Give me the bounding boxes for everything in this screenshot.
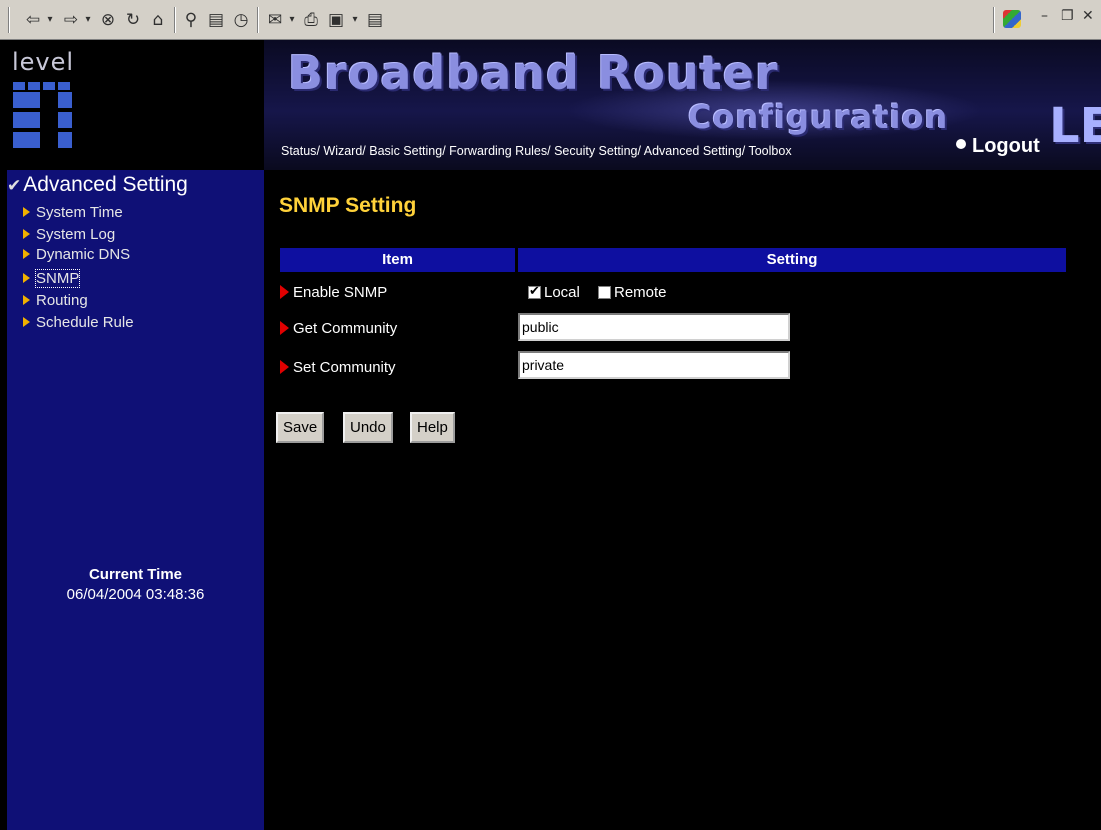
home-icon[interactable]: ⌂ bbox=[147, 9, 169, 31]
bullet-arrow-icon bbox=[23, 229, 30, 240]
brand-mark-icon bbox=[13, 82, 103, 162]
sidebar-item-snmp[interactable]: SNMP bbox=[23, 269, 81, 288]
forward-arrow-icon[interactable]: ⇨ bbox=[60, 9, 82, 31]
get-community-text: Get Community bbox=[293, 320, 398, 337]
sidebar-item-label: System Time bbox=[36, 204, 123, 221]
sidebar-item-routing[interactable]: Routing bbox=[23, 292, 88, 309]
local-checkbox[interactable] bbox=[528, 284, 541, 300]
header-banner: Broadband Router Configuration LE Status… bbox=[264, 40, 1101, 170]
sidebar-item-label: System Log bbox=[36, 226, 116, 243]
stop-icon[interactable]: ⊗ bbox=[97, 9, 119, 31]
edit-dropdown-icon[interactable]: ▾ bbox=[350, 9, 360, 31]
sidebar-item-system-time[interactable]: System Time bbox=[23, 204, 123, 221]
section-title-label: Advanced Setting bbox=[23, 173, 188, 196]
bullet-arrow-icon bbox=[23, 273, 30, 284]
help-button[interactable]: Help bbox=[410, 412, 455, 443]
logout-link[interactable]: Logout bbox=[956, 135, 1040, 158]
local-checkbox-label: Local bbox=[544, 284, 580, 301]
remote-checkbox-label: Remote bbox=[614, 284, 667, 301]
history-icon[interactable]: ◷ bbox=[230, 9, 252, 31]
bullet-arrow-icon bbox=[23, 295, 30, 306]
sidebar-item-dynamic-dns[interactable]: Dynamic DNS bbox=[23, 246, 130, 263]
sidebar-item-schedule-rule[interactable]: Schedule Rule bbox=[23, 314, 134, 331]
sidebar-item-label: SNMP bbox=[34, 269, 81, 288]
banner-subtitle: Configuration bbox=[688, 98, 949, 136]
favorites-icon[interactable]: ▤ bbox=[205, 9, 227, 31]
windows-logo-icon bbox=[1003, 10, 1021, 28]
bullet-arrow-icon bbox=[23, 317, 30, 328]
toolbar-separator bbox=[257, 7, 259, 33]
refresh-icon[interactable]: ↻ bbox=[122, 9, 144, 31]
top-nav: Status/ Wizard/ Basic Setting/ Forwardin… bbox=[281, 144, 792, 158]
browser-toolbar: ⇦ ▾ ⇨ ▾ ⊗ ↻ ⌂ ⚲ ▤ ◷ ✉ ▾ ⎙ ▣ ▾ ▤ – ❐ ✕ bbox=[0, 0, 1101, 40]
bullet-dot-icon bbox=[956, 138, 966, 149]
back-dropdown-icon[interactable]: ▾ bbox=[45, 9, 55, 31]
search-icon[interactable]: ⚲ bbox=[180, 9, 202, 31]
checkmark-icon: ✔ bbox=[7, 176, 22, 195]
nav-link-advanced-setting[interactable]: Advanced Setting bbox=[644, 144, 742, 158]
forward-dropdown-icon[interactable]: ▾ bbox=[83, 9, 93, 31]
banner-title: Broadband Router bbox=[288, 46, 779, 100]
sidebar: level ✔Advanced Setting System Time Syst… bbox=[7, 40, 264, 830]
edit-icon[interactable]: ▣ bbox=[325, 9, 347, 31]
discuss-icon[interactable]: ▤ bbox=[364, 9, 386, 31]
logout-label: Logout bbox=[972, 135, 1040, 157]
section-title: ✔Advanced Setting bbox=[7, 173, 188, 197]
enable-snmp-label: Enable SNMP bbox=[280, 284, 387, 301]
banner-logo: LE bbox=[1049, 98, 1101, 154]
toolbar-grip bbox=[8, 7, 10, 33]
brand-logo: level bbox=[7, 40, 264, 170]
save-button[interactable]: Save bbox=[276, 412, 325, 443]
set-community-label: Set Community bbox=[280, 359, 396, 376]
red-arrow-icon bbox=[280, 321, 289, 336]
get-community-input[interactable] bbox=[518, 313, 790, 341]
nav-link-toolbox[interactable]: Toolbox bbox=[748, 144, 791, 158]
undo-button[interactable]: Undo bbox=[343, 412, 393, 443]
nav-link-basic-setting[interactable]: Basic Setting bbox=[369, 144, 442, 158]
toolbar-separator bbox=[174, 7, 176, 33]
back-arrow-icon[interactable]: ⇦ bbox=[22, 9, 44, 31]
sidebar-item-label: Routing bbox=[36, 292, 88, 309]
column-header-item: Item bbox=[280, 248, 515, 272]
red-arrow-icon bbox=[280, 285, 289, 300]
brand-text: level bbox=[12, 48, 75, 76]
bullet-arrow-icon bbox=[23, 249, 30, 260]
remote-checkbox[interactable] bbox=[598, 286, 611, 299]
column-header-setting: Setting bbox=[518, 248, 1066, 272]
set-community-input[interactable] bbox=[518, 351, 790, 379]
restore-icon[interactable]: ❐ bbox=[1061, 8, 1074, 24]
get-community-label: Get Community bbox=[280, 320, 397, 337]
bullet-arrow-icon bbox=[23, 207, 30, 218]
nav-link-status[interactable]: Status bbox=[281, 144, 316, 158]
mail-dropdown-icon[interactable]: ▾ bbox=[287, 9, 297, 31]
mail-icon[interactable]: ✉ bbox=[264, 9, 286, 31]
sidebar-item-label: Dynamic DNS bbox=[36, 246, 131, 263]
current-time-title: Current Time bbox=[88, 566, 183, 583]
set-community-text: Set Community bbox=[293, 359, 396, 376]
sidebar-item-system-log[interactable]: System Log bbox=[23, 226, 115, 243]
nav-link-security-setting[interactable]: Secuity Setting bbox=[554, 144, 637, 158]
toolbar-separator bbox=[993, 7, 995, 33]
nav-link-wizard[interactable]: Wizard bbox=[323, 144, 362, 158]
sidebar-item-label: Schedule Rule bbox=[36, 314, 134, 331]
close-icon[interactable]: ✕ bbox=[1082, 8, 1094, 24]
minimize-icon[interactable]: – bbox=[1041, 8, 1048, 24]
page-title: SNMP Setting bbox=[279, 194, 417, 217]
current-time-value: 06/04/2004 03:48:36 bbox=[66, 586, 205, 603]
nav-link-forwarding-rules[interactable]: Forwarding Rules bbox=[449, 144, 547, 158]
print-icon[interactable]: ⎙ bbox=[300, 9, 322, 31]
red-arrow-icon bbox=[280, 360, 289, 375]
enable-snmp-text: Enable SNMP bbox=[293, 284, 388, 301]
